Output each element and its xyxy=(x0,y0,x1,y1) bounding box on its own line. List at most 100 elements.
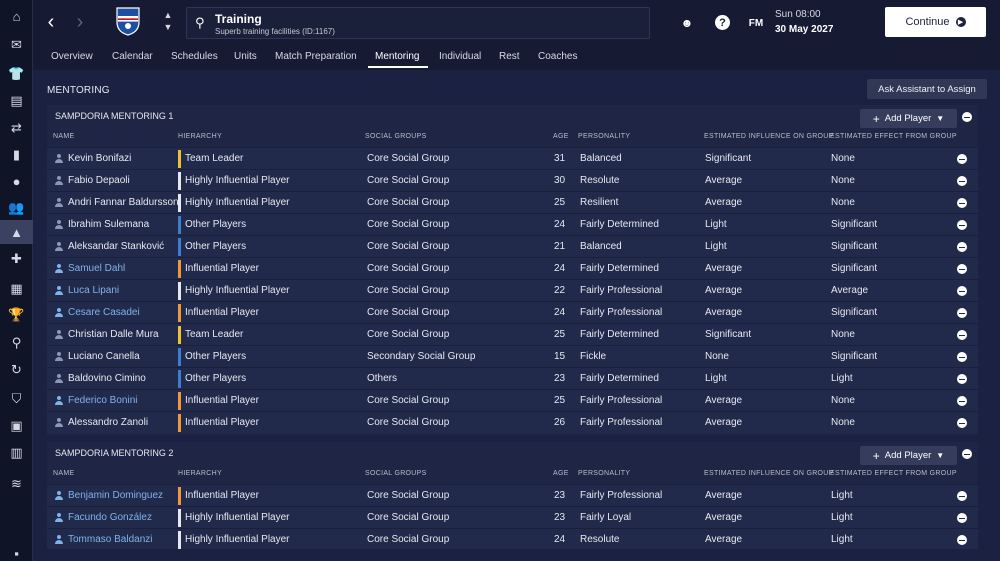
tab-calendar[interactable]: Calendar xyxy=(112,51,153,62)
cell-name[interactable]: Luciano Canella xyxy=(68,351,140,362)
tab-coaches[interactable]: Coaches xyxy=(538,51,577,62)
tab-units[interactable]: Units xyxy=(234,51,257,62)
finances-icon[interactable]: ▥ xyxy=(0,441,33,465)
add-player-button[interactable]: + Add Player ▼ xyxy=(860,109,957,128)
cell-name[interactable]: Andri Fannar Baldursson xyxy=(68,197,179,208)
table-row[interactable]: Luca Lipani Highly Influential Player Core… xyxy=(47,279,978,301)
ask-assistant-button[interactable]: Ask Assistant to Assign xyxy=(867,79,987,99)
table-row[interactable]: Federico Bonini Influential Player Core So… xyxy=(47,389,978,411)
forward-arrow-icon[interactable]: › xyxy=(70,10,90,34)
remove-player-icon[interactable] xyxy=(957,154,967,164)
fm-menu-button[interactable]: FM xyxy=(747,14,765,32)
tab-individual[interactable]: Individual xyxy=(439,51,481,62)
remove-player-icon[interactable] xyxy=(957,396,967,406)
remove-player-icon[interactable] xyxy=(957,491,967,501)
column-header-name[interactable]: NAME xyxy=(53,470,74,477)
column-header-personality[interactable]: PERSONALITY xyxy=(578,470,630,477)
refresh-icon[interactable]: ↻ xyxy=(0,358,33,382)
remove-player-icon[interactable] xyxy=(957,198,967,208)
remove-player-icon[interactable] xyxy=(957,264,967,274)
column-header-influence[interactable]: ESTIMATED INFLUENCE ON GROUP xyxy=(704,470,834,477)
remove-player-icon[interactable] xyxy=(957,286,967,296)
page-title-box[interactable]: ⚲ Training Superb training facilities (I… xyxy=(186,7,650,39)
trophy-icon[interactable]: 🏆 xyxy=(0,303,33,327)
cell-name[interactable]: Facundo González xyxy=(68,512,152,523)
cell-name[interactable]: Benjamin Dominguez xyxy=(68,490,163,501)
table-row[interactable]: Baldovino Cimino Other Players Others 23 Fai… xyxy=(47,367,978,389)
table-row[interactable]: Christian Dalle Mura Team Leader Core Soci… xyxy=(47,323,978,345)
column-header-social[interactable]: SOCIAL GROUPS xyxy=(365,470,427,477)
column-header-effect[interactable]: ESTIMATED EFFECT FROM GROUP xyxy=(830,133,957,140)
cell-name[interactable]: Ibrahim Sulemana xyxy=(68,219,149,230)
table-row[interactable]: Andri Fannar Baldursson Highly Influentia… xyxy=(47,191,978,213)
back-arrow-icon[interactable]: ‹ xyxy=(41,10,61,34)
ball-icon[interactable]: ● xyxy=(0,169,33,193)
tab-match-preparation[interactable]: Match Preparation xyxy=(275,51,357,62)
squad-icon[interactable]: 👕 xyxy=(0,62,33,86)
collapse-group-icon[interactable] xyxy=(962,112,972,122)
table-row[interactable]: Ibrahim Sulemana Other Players Core Social… xyxy=(47,213,978,235)
table-row[interactable]: Benjamin Dominguez Influential Player Core… xyxy=(47,484,978,506)
calendar-icon[interactable]: ▦ xyxy=(0,277,33,301)
scouting-icon[interactable]: ⚲ xyxy=(0,331,33,355)
column-header-personality[interactable]: PERSONALITY xyxy=(578,133,630,140)
table-row[interactable]: Cesare Casadei Influential Player Core Soc… xyxy=(47,301,978,323)
tactics-icon[interactable]: ▤ xyxy=(0,89,33,113)
cell-name[interactable]: Luca Lipani xyxy=(68,285,119,296)
remove-player-icon[interactable] xyxy=(957,418,967,428)
briefcase-icon[interactable]: ▣ xyxy=(0,414,33,438)
remove-player-icon[interactable] xyxy=(957,352,967,362)
add-player-button[interactable]: + Add Player ▼ xyxy=(860,446,957,465)
home-icon[interactable]: ⌂ xyxy=(0,4,33,28)
remove-player-icon[interactable] xyxy=(957,374,967,384)
column-header-hierarchy[interactable]: HIERARCHY xyxy=(178,133,222,140)
table-row[interactable]: Samuel Dahl Influential Player Core Social… xyxy=(47,257,978,279)
table-row[interactable]: Tommaso Baldanzi Highly Influential Playe… xyxy=(47,528,978,549)
manager-face-icon[interactable]: ☻ xyxy=(678,14,696,32)
column-header-effect[interactable]: ESTIMATED EFFECT FROM GROUP xyxy=(830,470,957,477)
transfers-icon[interactable]: ⇄ xyxy=(0,116,33,140)
remove-player-icon[interactable] xyxy=(957,220,967,230)
cell-name[interactable]: Fabio Depaoli xyxy=(68,175,130,186)
table-row[interactable]: Kevin Bonifazi Team Leader Core Social Gro… xyxy=(47,147,978,169)
cell-name[interactable]: Samuel Dahl xyxy=(68,263,125,274)
tab-overview[interactable]: Overview xyxy=(51,51,93,62)
column-header-social[interactable]: SOCIAL GROUPS xyxy=(365,133,427,140)
cell-name[interactable]: Tommaso Baldanzi xyxy=(68,534,152,545)
remove-player-icon[interactable] xyxy=(957,242,967,252)
tab-mentoring[interactable]: Mentoring xyxy=(375,51,419,62)
continue-button[interactable]: Continue ▶ xyxy=(885,7,986,37)
table-row[interactable]: Aleksandar Stanković Other Players Core So… xyxy=(47,235,978,257)
settings-icon[interactable]: ▪ xyxy=(0,541,33,561)
cell-name[interactable]: Baldovino Cimino xyxy=(68,373,146,384)
collapse-group-icon[interactable] xyxy=(962,449,972,459)
column-header-hierarchy[interactable]: HIERARCHY xyxy=(178,470,222,477)
training-icon[interactable]: ▲ xyxy=(0,220,33,244)
column-header-age[interactable]: AGE xyxy=(553,470,569,477)
cell-name[interactable]: Christian Dalle Mura xyxy=(68,329,159,340)
table-row[interactable]: Facundo González Highly Influential Playe… xyxy=(47,506,978,528)
club-switch-chevrons-icon[interactable]: ▲ ▼ xyxy=(162,9,174,35)
remove-player-icon[interactable] xyxy=(957,308,967,318)
inbox-icon[interactable]: ✉ xyxy=(0,33,33,57)
column-header-influence[interactable]: ESTIMATED INFLUENCE ON GROUP xyxy=(704,133,834,140)
cell-name[interactable]: Aleksandar Stanković xyxy=(68,241,164,252)
staff-icon[interactable]: 👥 xyxy=(0,196,33,220)
remove-player-icon[interactable] xyxy=(957,176,967,186)
dev-center-icon[interactable]: ≋ xyxy=(0,472,33,496)
report-icon[interactable]: ▮ xyxy=(0,143,33,167)
column-header-name[interactable]: NAME xyxy=(53,133,74,140)
club-crest-icon[interactable] xyxy=(115,6,141,36)
cell-name[interactable]: Federico Bonini xyxy=(68,395,137,406)
cell-name[interactable]: Cesare Casadei xyxy=(68,307,140,318)
medical-icon[interactable]: ✚ xyxy=(0,247,33,271)
help-icon[interactable]: ? xyxy=(715,15,730,30)
column-header-age[interactable]: AGE xyxy=(553,133,569,140)
remove-player-icon[interactable] xyxy=(957,330,967,340)
tab-rest[interactable]: Rest xyxy=(499,51,520,62)
cell-name[interactable]: Alessandro Zanoli xyxy=(68,417,148,428)
club-crest-icon[interactable]: ⛉ xyxy=(0,387,33,411)
table-row[interactable]: Alessandro Zanoli Influential Player Core … xyxy=(47,411,978,433)
remove-player-icon[interactable] xyxy=(957,513,967,523)
table-row[interactable]: Fabio Depaoli Highly Influential Player Co… xyxy=(47,169,978,191)
